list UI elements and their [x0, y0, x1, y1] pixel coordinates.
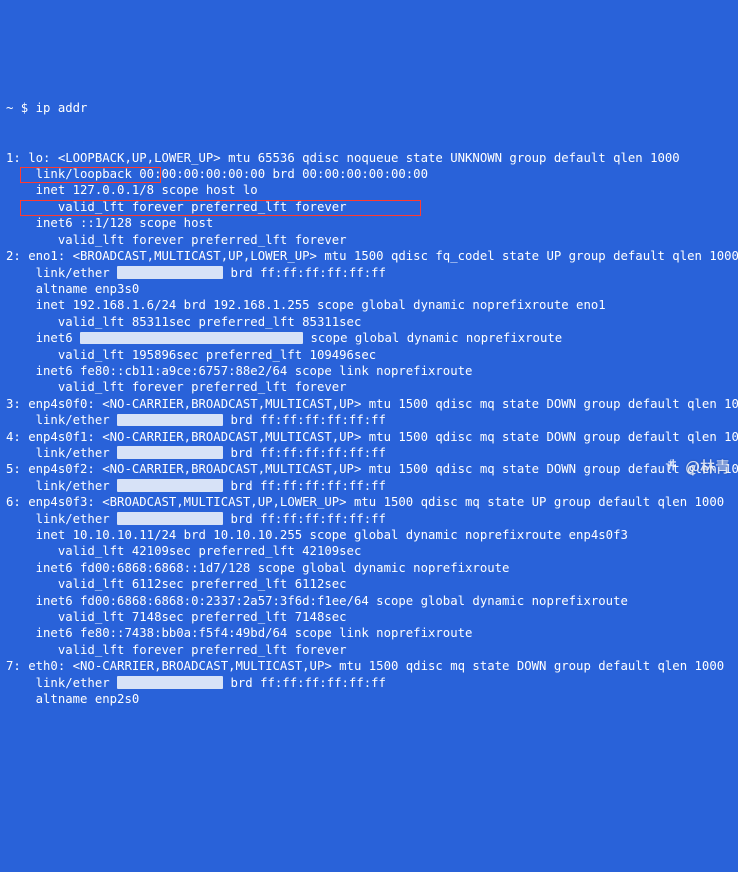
redacted-block [117, 479, 223, 492]
output-line: 6: enp4s0f3: <BROADCAST,MULTICAST,UP,LOW… [6, 494, 738, 510]
output-line: valid_lft 6112sec preferred_lft 6112sec [6, 576, 738, 592]
output-line: 4: enp4s0f1: <NO-CARRIER,BROADCAST,MULTI… [6, 429, 738, 445]
output-line: 2: eno1: <BROADCAST,MULTICAST,UP,LOWER_U… [6, 248, 738, 264]
output-line: valid_lft forever preferred_lft forever [6, 232, 738, 248]
output-line: 5: enp4s0f2: <NO-CARRIER,BROADCAST,MULTI… [6, 461, 738, 477]
command-output: 1: lo: <LOOPBACK,UP,LOWER_UP> mtu 65536 … [6, 150, 738, 708]
output-line: valid_lft forever preferred_lft forever [6, 199, 738, 215]
redacted-block [117, 266, 223, 279]
output-line: 7: eth0: <NO-CARRIER,BROADCAST,MULTICAST… [6, 658, 738, 674]
redacted-block [117, 446, 223, 459]
output-line: inet 10.10.10.11/24 brd 10.10.10.255 sco… [6, 527, 738, 543]
output-line: inet 192.168.1.6/24 brd 192.168.1.255 sc… [6, 297, 738, 313]
output-line: 3: enp4s0f0: <NO-CARRIER,BROADCAST,MULTI… [6, 396, 738, 412]
output-line: inet6 ::1/128 scope host [6, 215, 738, 231]
output-line: valid_lft 7148sec preferred_lft 7148sec [6, 609, 738, 625]
output-line: link/ether brd ff:ff:ff:ff:ff:ff [6, 511, 738, 527]
output-line: altname enp3s0 [6, 281, 738, 297]
output-line: valid_lft 85311sec preferred_lft 85311se… [6, 314, 738, 330]
output-line: link/loopback 00:00:00:00:00:00 brd 00:0… [6, 166, 738, 182]
output-line: valid_lft 42109sec preferred_lft 42109se… [6, 543, 738, 559]
output-line: link/ether brd ff:ff:ff:ff:ff:ff [6, 265, 738, 281]
output-line: inet6 fe80::7438:bb0a:f5f4:49bd/64 scope… [6, 625, 738, 641]
zhihu-watermark: @林青 [651, 441, 730, 494]
output-line: inet6 fd00:6868:6868:0:2337:2a57:3f6d:f1… [6, 593, 738, 609]
output-line: valid_lft 195896sec preferred_lft 109496… [6, 347, 738, 363]
zhihu-icon [651, 441, 682, 494]
output-line: altname enp2s0 [6, 691, 738, 707]
output-line: inet6 fd00:6868:6868::1d7/128 scope glob… [6, 560, 738, 576]
output-line: link/ether brd ff:ff:ff:ff:ff:ff [6, 412, 738, 428]
redacted-block [80, 332, 303, 345]
output-line: valid_lft forever preferred_lft forever [6, 379, 738, 395]
terminal-output: ~ $ ip addr 1: lo: <LOOPBACK,UP,LOWER_UP… [0, 66, 738, 724]
output-line: 1: lo: <LOOPBACK,UP,LOWER_UP> mtu 65536 … [6, 150, 738, 166]
output-line: link/ether brd ff:ff:ff:ff:ff:ff [6, 478, 738, 494]
redacted-block [117, 512, 223, 525]
prompt-line[interactable]: ~ $ ip addr [6, 100, 738, 116]
output-line: link/ether brd ff:ff:ff:ff:ff:ff [6, 445, 738, 461]
output-line: valid_lft forever preferred_lft forever [6, 642, 738, 658]
redacted-block [117, 676, 223, 689]
redacted-block [117, 414, 223, 427]
output-line: inet 127.0.0.1/8 scope host lo [6, 182, 738, 198]
output-line: inet6 fe80::cb11:a9ce:6757:88e2/64 scope… [6, 363, 738, 379]
command-text: ip addr [36, 101, 88, 115]
output-line: inet6 scope global dynamic noprefixroute [6, 330, 738, 346]
watermark-text: @林青 [685, 459, 730, 475]
output-line: link/ether brd ff:ff:ff:ff:ff:ff [6, 675, 738, 691]
prompt-symbol: ~ $ [6, 101, 36, 115]
